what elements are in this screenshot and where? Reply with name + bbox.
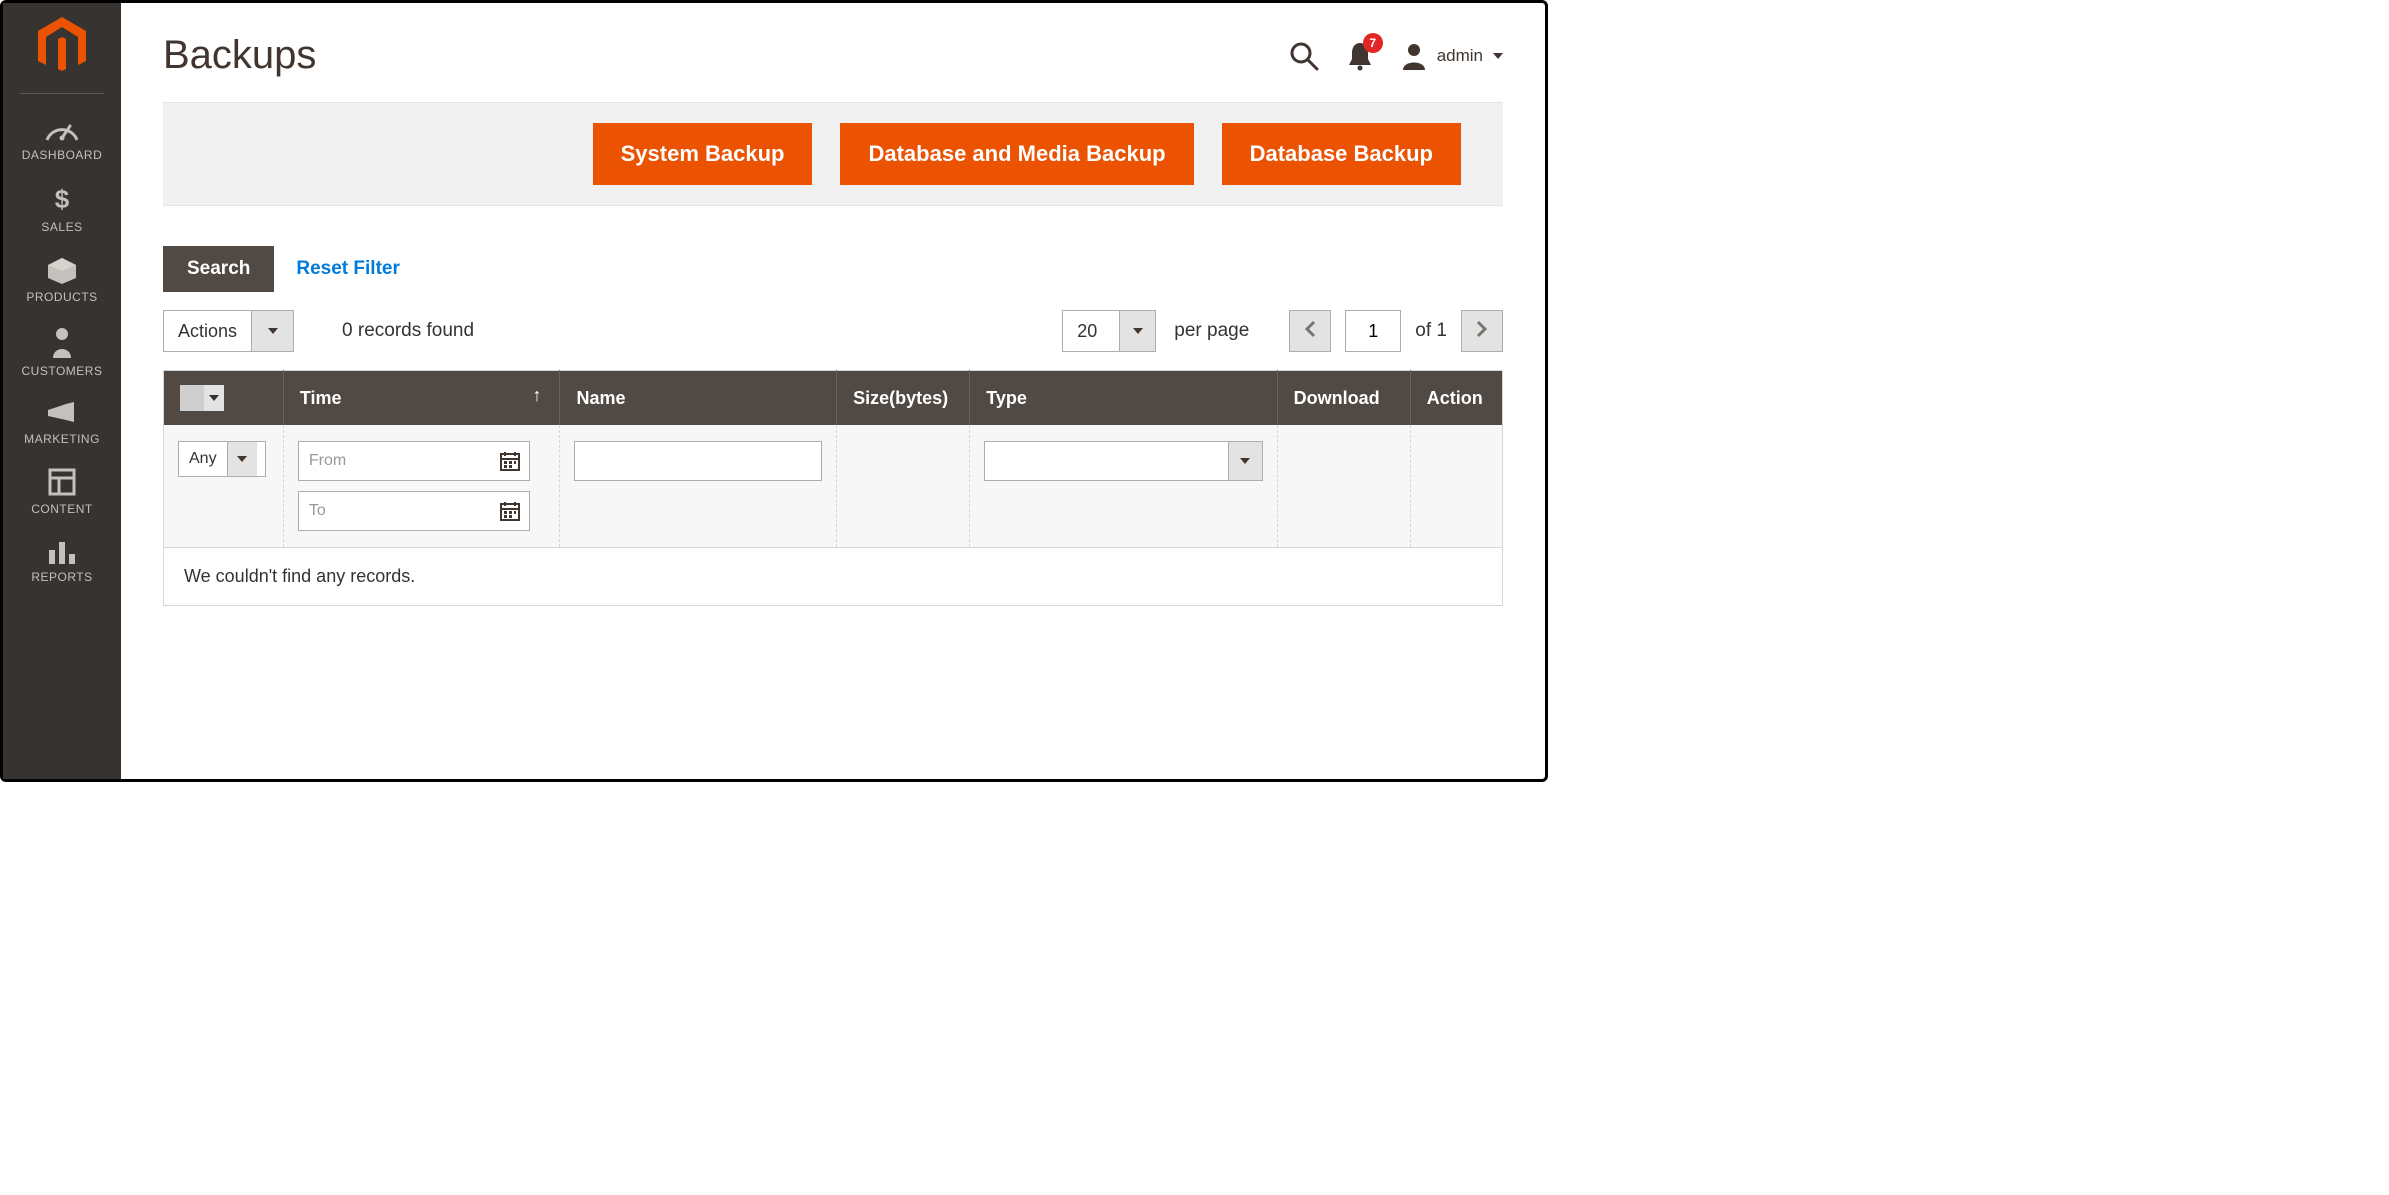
filter-select-any[interactable]: Any [178, 441, 266, 477]
topbar-actions: 7 admin [1289, 41, 1503, 71]
prev-page-button[interactable] [1289, 310, 1331, 352]
search-icon[interactable] [1289, 41, 1319, 71]
pager: of 1 [1289, 310, 1503, 352]
layout-icon [48, 468, 76, 496]
per-page-value: 20 [1063, 311, 1119, 351]
table-header-row: Time ↑ Name Size(bytes) Type Download Ac… [164, 371, 1503, 426]
chevron-down-icon [227, 442, 257, 476]
table-empty-row: We couldn't find any records. [164, 548, 1503, 606]
topbar: Backups 7 admin [121, 3, 1545, 102]
user-name: admin [1437, 46, 1483, 66]
dollar-icon: $ [52, 184, 72, 214]
svg-text:$: $ [55, 184, 70, 214]
bar-chart-icon [47, 538, 77, 564]
database-media-backup-button[interactable]: Database and Media Backup [840, 123, 1193, 185]
mass-actions-select[interactable]: Actions [163, 310, 294, 352]
per-page-label: per page [1174, 320, 1249, 342]
system-backup-button[interactable]: System Backup [593, 123, 813, 185]
backups-table: Time ↑ Name Size(bytes) Type Download Ac… [163, 370, 1503, 606]
gauge-icon [45, 116, 79, 142]
records-count: 0 records found [342, 320, 474, 342]
filter-date-to[interactable] [298, 491, 530, 531]
grid-controls: Actions 0 records found 20 per page of 1 [121, 292, 1545, 370]
next-page-button[interactable] [1461, 310, 1503, 352]
column-header-time[interactable]: Time ↑ [283, 371, 560, 426]
reset-filter-link[interactable]: Reset Filter [296, 258, 399, 280]
nav-label: PRODUCTS [26, 290, 97, 304]
empty-message: We couldn't find any records. [164, 548, 1503, 606]
search-button[interactable]: Search [163, 246, 274, 292]
filter-toolbar: Search Reset Filter [121, 206, 1545, 292]
calendar-icon[interactable] [499, 500, 521, 522]
chevron-right-icon [1476, 320, 1488, 343]
sidebar-item-sales[interactable]: $ SALES [3, 172, 121, 244]
box-icon [46, 256, 78, 284]
sidebar-item-marketing[interactable]: MARKETING [3, 388, 121, 456]
per-page-select[interactable]: 20 [1062, 310, 1156, 352]
filter-date-from[interactable] [298, 441, 530, 481]
page-actions: System Backup Database and Media Backup … [163, 102, 1503, 206]
nav-label: SALES [41, 220, 82, 234]
mass-actions-label: Actions [164, 311, 251, 351]
sidebar-divider [20, 93, 105, 94]
user-menu[interactable]: admin [1401, 42, 1503, 70]
column-header-size[interactable]: Size(bytes) [837, 371, 970, 426]
user-icon [1401, 42, 1427, 70]
notifications-button[interactable]: 7 [1347, 41, 1373, 71]
megaphone-icon [46, 400, 78, 426]
notification-badge: 7 [1363, 33, 1383, 53]
main-content: Backups 7 admin System Backup Da [121, 3, 1545, 779]
date-from-input[interactable] [309, 452, 479, 470]
chevron-down-icon [1493, 53, 1503, 59]
page-number-input[interactable] [1345, 310, 1401, 352]
filter-name-input[interactable] [574, 441, 822, 481]
page-title: Backups [163, 33, 316, 78]
sidebar-item-customers[interactable]: CUSTOMERS [3, 314, 121, 388]
chevron-left-icon [1304, 320, 1316, 343]
column-header-download[interactable]: Download [1277, 371, 1410, 426]
column-header-type[interactable]: Type [970, 371, 1277, 426]
nav-label: CONTENT [31, 502, 93, 516]
magento-logo-icon [34, 15, 90, 77]
select-all-checkbox[interactable] [180, 385, 224, 411]
calendar-icon[interactable] [499, 450, 521, 472]
per-page-control: 20 per page [1062, 310, 1249, 352]
date-to-input[interactable] [309, 502, 479, 520]
column-header-select[interactable] [164, 371, 284, 426]
nav-label: CUSTOMERS [22, 364, 103, 378]
filter-any-value: Any [179, 442, 227, 476]
person-icon [51, 326, 73, 358]
page-of-label: of 1 [1415, 320, 1447, 342]
logo[interactable] [3, 3, 121, 85]
column-label: Time [300, 388, 342, 408]
sidebar-item-content[interactable]: CONTENT [3, 456, 121, 526]
admin-sidebar: DASHBOARD $ SALES PRODUCTS CUSTOMERS MAR… [3, 3, 121, 779]
column-header-action[interactable]: Action [1410, 371, 1502, 426]
column-header-name[interactable]: Name [560, 371, 837, 426]
sidebar-item-reports[interactable]: REPORTS [3, 526, 121, 594]
chevron-down-icon [251, 311, 293, 351]
chevron-down-icon [204, 385, 224, 411]
filter-type-select[interactable] [984, 441, 1262, 481]
nav-label: DASHBOARD [22, 148, 103, 162]
nav-label: REPORTS [31, 570, 92, 584]
sidebar-item-products[interactable]: PRODUCTS [3, 244, 121, 314]
chevron-down-icon [1228, 442, 1262, 480]
nav-label: MARKETING [24, 432, 100, 446]
sort-ascending-icon: ↑ [532, 385, 541, 406]
table-filter-row: Any [164, 425, 1503, 548]
database-backup-button[interactable]: Database Backup [1222, 123, 1461, 185]
sidebar-item-dashboard[interactable]: DASHBOARD [3, 104, 121, 172]
chevron-down-icon [1119, 311, 1155, 351]
